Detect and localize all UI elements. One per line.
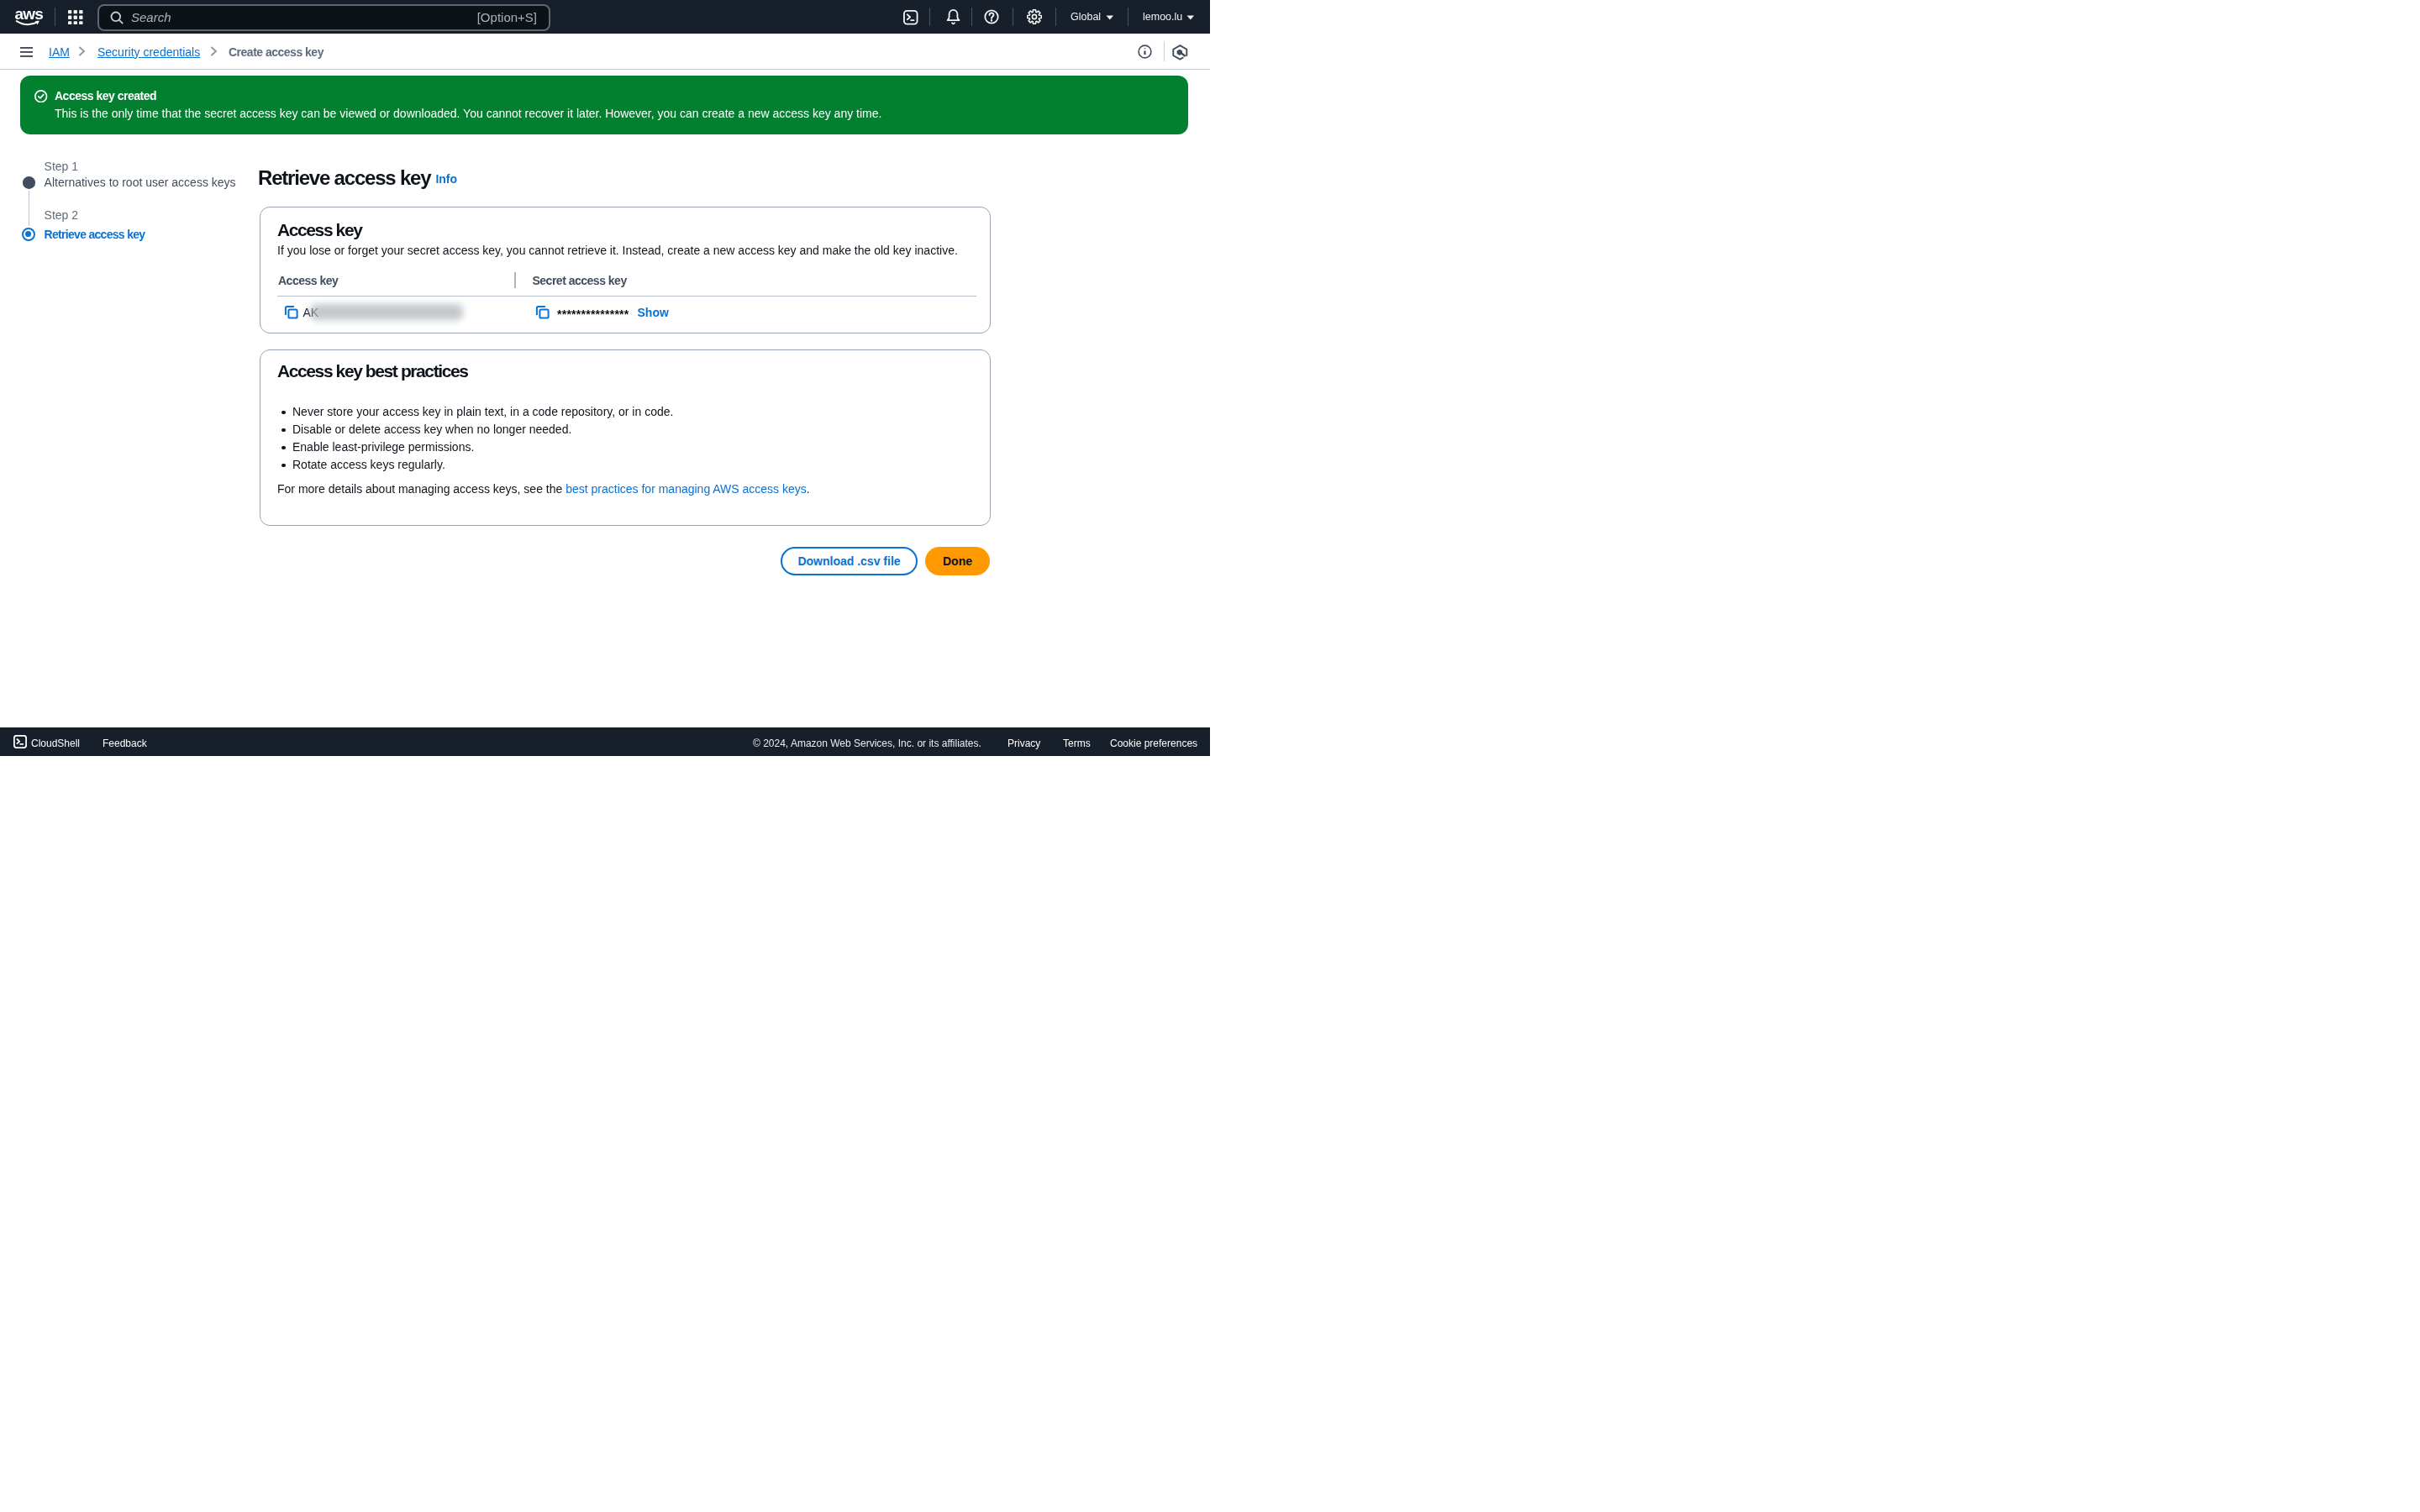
svg-text:aws: aws	[14, 8, 43, 23]
